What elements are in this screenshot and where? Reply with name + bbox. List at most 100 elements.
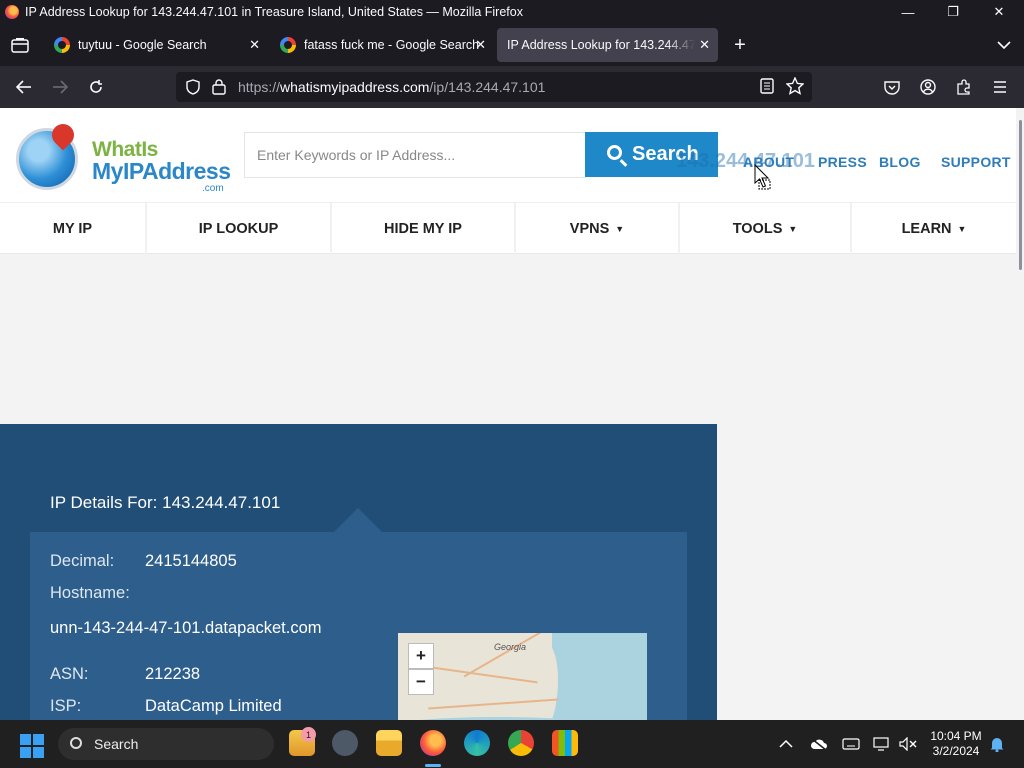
isp-label: ISP: (50, 697, 82, 715)
main-navigation: MY IP IP LOOKUP HIDE MY IP VPNS ▼ TOOLS ▼ … (0, 202, 1016, 255)
hostname-value: unn-143-244-47-101.datapacket.com (50, 619, 322, 637)
google-icon (54, 37, 70, 53)
bookmark-star-icon[interactable] (785, 76, 805, 98)
account-icon[interactable] (917, 76, 939, 98)
tab-label: tuytuu - Google Search (78, 38, 207, 52)
site-header: WhatIs MyIPAddress .com Enter Keywords o… (0, 108, 1016, 202)
firefox-icon (5, 5, 19, 19)
reload-icon[interactable] (85, 76, 107, 98)
map-sea (552, 633, 647, 720)
taskbar-search[interactable]: Search (58, 728, 274, 760)
nav-label: LEARN (901, 221, 952, 237)
site-logo[interactable]: WhatIs MyIPAddress .com (16, 119, 231, 196)
tray-overflow-icon[interactable] (779, 720, 793, 768)
forward-icon[interactable] (49, 76, 71, 98)
logo-text-com: .com (202, 183, 224, 194)
isp-row: ISP: DataCamp Limited (50, 697, 282, 716)
maximize-button[interactable]: ❐ (930, 0, 976, 24)
pocket-icon[interactable] (881, 76, 903, 98)
hostname-label: Hostname: (50, 584, 130, 602)
dropdown-caret-icon: ▼ (615, 224, 625, 234)
ip-details-card: Decimal: 2415144805 Hostname: unn-143-24… (30, 532, 687, 720)
nav-vpns[interactable]: VPNS ▼ (516, 203, 680, 255)
nav-my-ip[interactable]: MY IP (0, 203, 147, 255)
asn-row: ASN: 212238 (50, 665, 200, 684)
menu-icon[interactable] (989, 76, 1011, 98)
notification-badge: 1 (301, 727, 316, 742)
nav-label: MY IP (52, 221, 93, 237)
top-link-support[interactable]: SUPPORT (941, 154, 1011, 170)
decimal-row: Decimal: 2415144805 (50, 552, 237, 571)
reader-view-icon[interactable] (760, 78, 774, 97)
nav-hide-my-ip[interactable]: HIDE MY IP (332, 203, 516, 255)
clock-time: 10:04 PM (930, 729, 982, 743)
notification-bell-icon[interactable] (989, 720, 1005, 768)
url-host: whatismyipaddress.com (280, 79, 430, 95)
google-icon (280, 37, 296, 53)
tab-google-search-1[interactable]: tuytuu - Google Search ✕ (44, 28, 268, 62)
web-page: WhatIs MyIPAddress .com Enter Keywords o… (0, 108, 1016, 720)
minimize-button[interactable]: — (885, 0, 931, 24)
mouse-cursor-icon (754, 164, 771, 190)
dropdown-caret-icon: ▼ (788, 224, 798, 234)
settings-gear-icon[interactable] (332, 730, 358, 756)
map-zoom-in-button[interactable]: + (408, 643, 434, 669)
map-state-label: Georgia (494, 642, 527, 652)
lock-icon[interactable] (212, 78, 226, 98)
firefox-view-icon[interactable] (9, 34, 31, 56)
list-tabs-icon[interactable] (993, 34, 1015, 56)
microsoft-store-icon[interactable] (552, 730, 578, 756)
nav-label: HIDE MY IP (384, 221, 462, 237)
windows-start-icon[interactable] (20, 734, 44, 758)
onedrive-offline-icon[interactable] (810, 720, 828, 768)
nav-tools[interactable]: TOOLS ▼ (680, 203, 852, 255)
volume-muted-icon[interactable] (899, 720, 917, 768)
clock-date: 3/2/2024 (932, 744, 980, 758)
keyboard-icon[interactable] (842, 720, 860, 768)
network-icon[interactable] (873, 720, 891, 768)
nav-learn[interactable]: LEARN ▼ (852, 203, 1016, 255)
ip-details-panel: IP Details For: 143.244.47.101 Decimal: … (0, 424, 717, 720)
dropdown-caret-icon: ▼ (957, 224, 967, 234)
isp-value: DataCamp Limited (145, 697, 282, 715)
nav-label: TOOLS (732, 221, 783, 237)
hostname-row: Hostname: (50, 584, 130, 603)
url-path: /ip/143.244.47.101 (429, 79, 546, 95)
close-tab-icon[interactable]: ✕ (475, 37, 486, 53)
location-map[interactable]: Georgia + − (398, 633, 647, 720)
file-explorer-icon[interactable] (376, 730, 402, 756)
system-clock[interactable]: 10:04 PM 3/2/2024 (920, 729, 992, 759)
logo-text-myipaddress: MyIPAddress (92, 158, 231, 184)
edge-icon[interactable] (464, 730, 490, 756)
firefox-taskbar-icon[interactable] (420, 730, 446, 756)
window-titlebar: IP Address Lookup for 143.244.47.101 in … (0, 0, 1024, 24)
map-zoom-out-button[interactable]: − (408, 669, 434, 695)
chrome-icon[interactable] (508, 730, 534, 756)
page-scrollbar[interactable] (1016, 108, 1024, 720)
tab-label: IP Address Lookup for 143.244.47.101 (507, 38, 695, 52)
new-tab-icon[interactable]: + (729, 34, 751, 56)
close-tab-icon[interactable]: ✕ (699, 37, 710, 53)
site-search-input[interactable]: Enter Keywords or IP Address... (244, 132, 586, 178)
decimal-value: 2415144805 (145, 552, 237, 570)
tab-strip: tuytuu - Google Search ✕ fatass fuck me … (0, 24, 1024, 66)
taskbar-search-label: Search (94, 736, 139, 752)
tab-google-search-2[interactable]: fatass fuck me - Google Search ✕ (270, 28, 494, 62)
top-link-blog[interactable]: BLOG (879, 154, 921, 170)
tracking-shield-icon[interactable] (186, 79, 200, 98)
panel-notch (334, 508, 382, 532)
nav-label: IP LOOKUP (198, 221, 279, 237)
url-bar[interactable]: https://whatismyipaddress.com/ip/143.244… (176, 72, 812, 102)
scrollbar-thumb[interactable] (1019, 120, 1022, 270)
asn-value: 212238 (145, 665, 201, 683)
back-icon[interactable] (13, 76, 35, 98)
close-window-button[interactable]: ✕ (976, 0, 1022, 24)
url-protocol: https:// (238, 79, 281, 95)
extensions-icon[interactable] (953, 76, 975, 98)
close-tab-icon[interactable]: ✕ (249, 37, 260, 53)
active-app-indicator (425, 764, 441, 767)
nav-ip-lookup[interactable]: IP LOOKUP (147, 203, 332, 255)
top-link-press[interactable]: PRESS (818, 154, 867, 170)
windows-taskbar: Search 1 10:04 PM 3/2/2024 (0, 720, 1024, 768)
tab-ip-lookup[interactable]: IP Address Lookup for 143.244.47.101 ✕ (497, 28, 718, 62)
